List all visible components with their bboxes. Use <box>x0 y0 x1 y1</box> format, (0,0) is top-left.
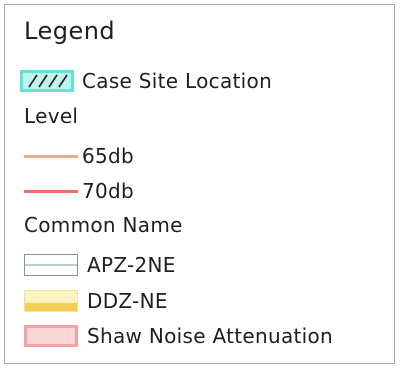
level-70db-line-swatch <box>24 181 78 201</box>
case-site-label: Case Site Location <box>82 69 273 93</box>
legend-item-case-site: Case Site Location <box>20 66 273 96</box>
legend-item-shaw-noise-attenuation: Shaw Noise Attenuation <box>24 321 333 351</box>
ddz-ne-swatch <box>24 290 78 312</box>
level-heading: Level <box>24 104 79 128</box>
level-65db-line-swatch <box>24 146 78 166</box>
shaw-noise-attenuation-label: Shaw Noise Attenuation <box>87 324 334 348</box>
level-70db-label: 70db <box>82 179 135 203</box>
legend-panel: Legend Case Site Location Level 65db 70d… <box>4 4 395 364</box>
shaw-noise-attenuation-swatch <box>24 325 78 347</box>
legend-item-apz-2ne: APZ-2NE <box>24 250 176 280</box>
common-name-heading: Common Name <box>24 213 183 237</box>
legend-item-level-65db: 65db <box>24 141 134 171</box>
legend-item-ddz-ne: DDZ-NE <box>24 286 168 316</box>
legend-item-level-70db: 70db <box>24 176 134 206</box>
apz-2ne-label: APZ-2NE <box>87 253 176 277</box>
legend-title: Legend <box>24 17 116 45</box>
ddz-ne-label: DDZ-NE <box>87 289 168 313</box>
apz-2ne-swatch <box>24 254 78 276</box>
case-site-hatch-swatch <box>20 70 74 92</box>
level-65db-label: 65db <box>82 144 135 168</box>
